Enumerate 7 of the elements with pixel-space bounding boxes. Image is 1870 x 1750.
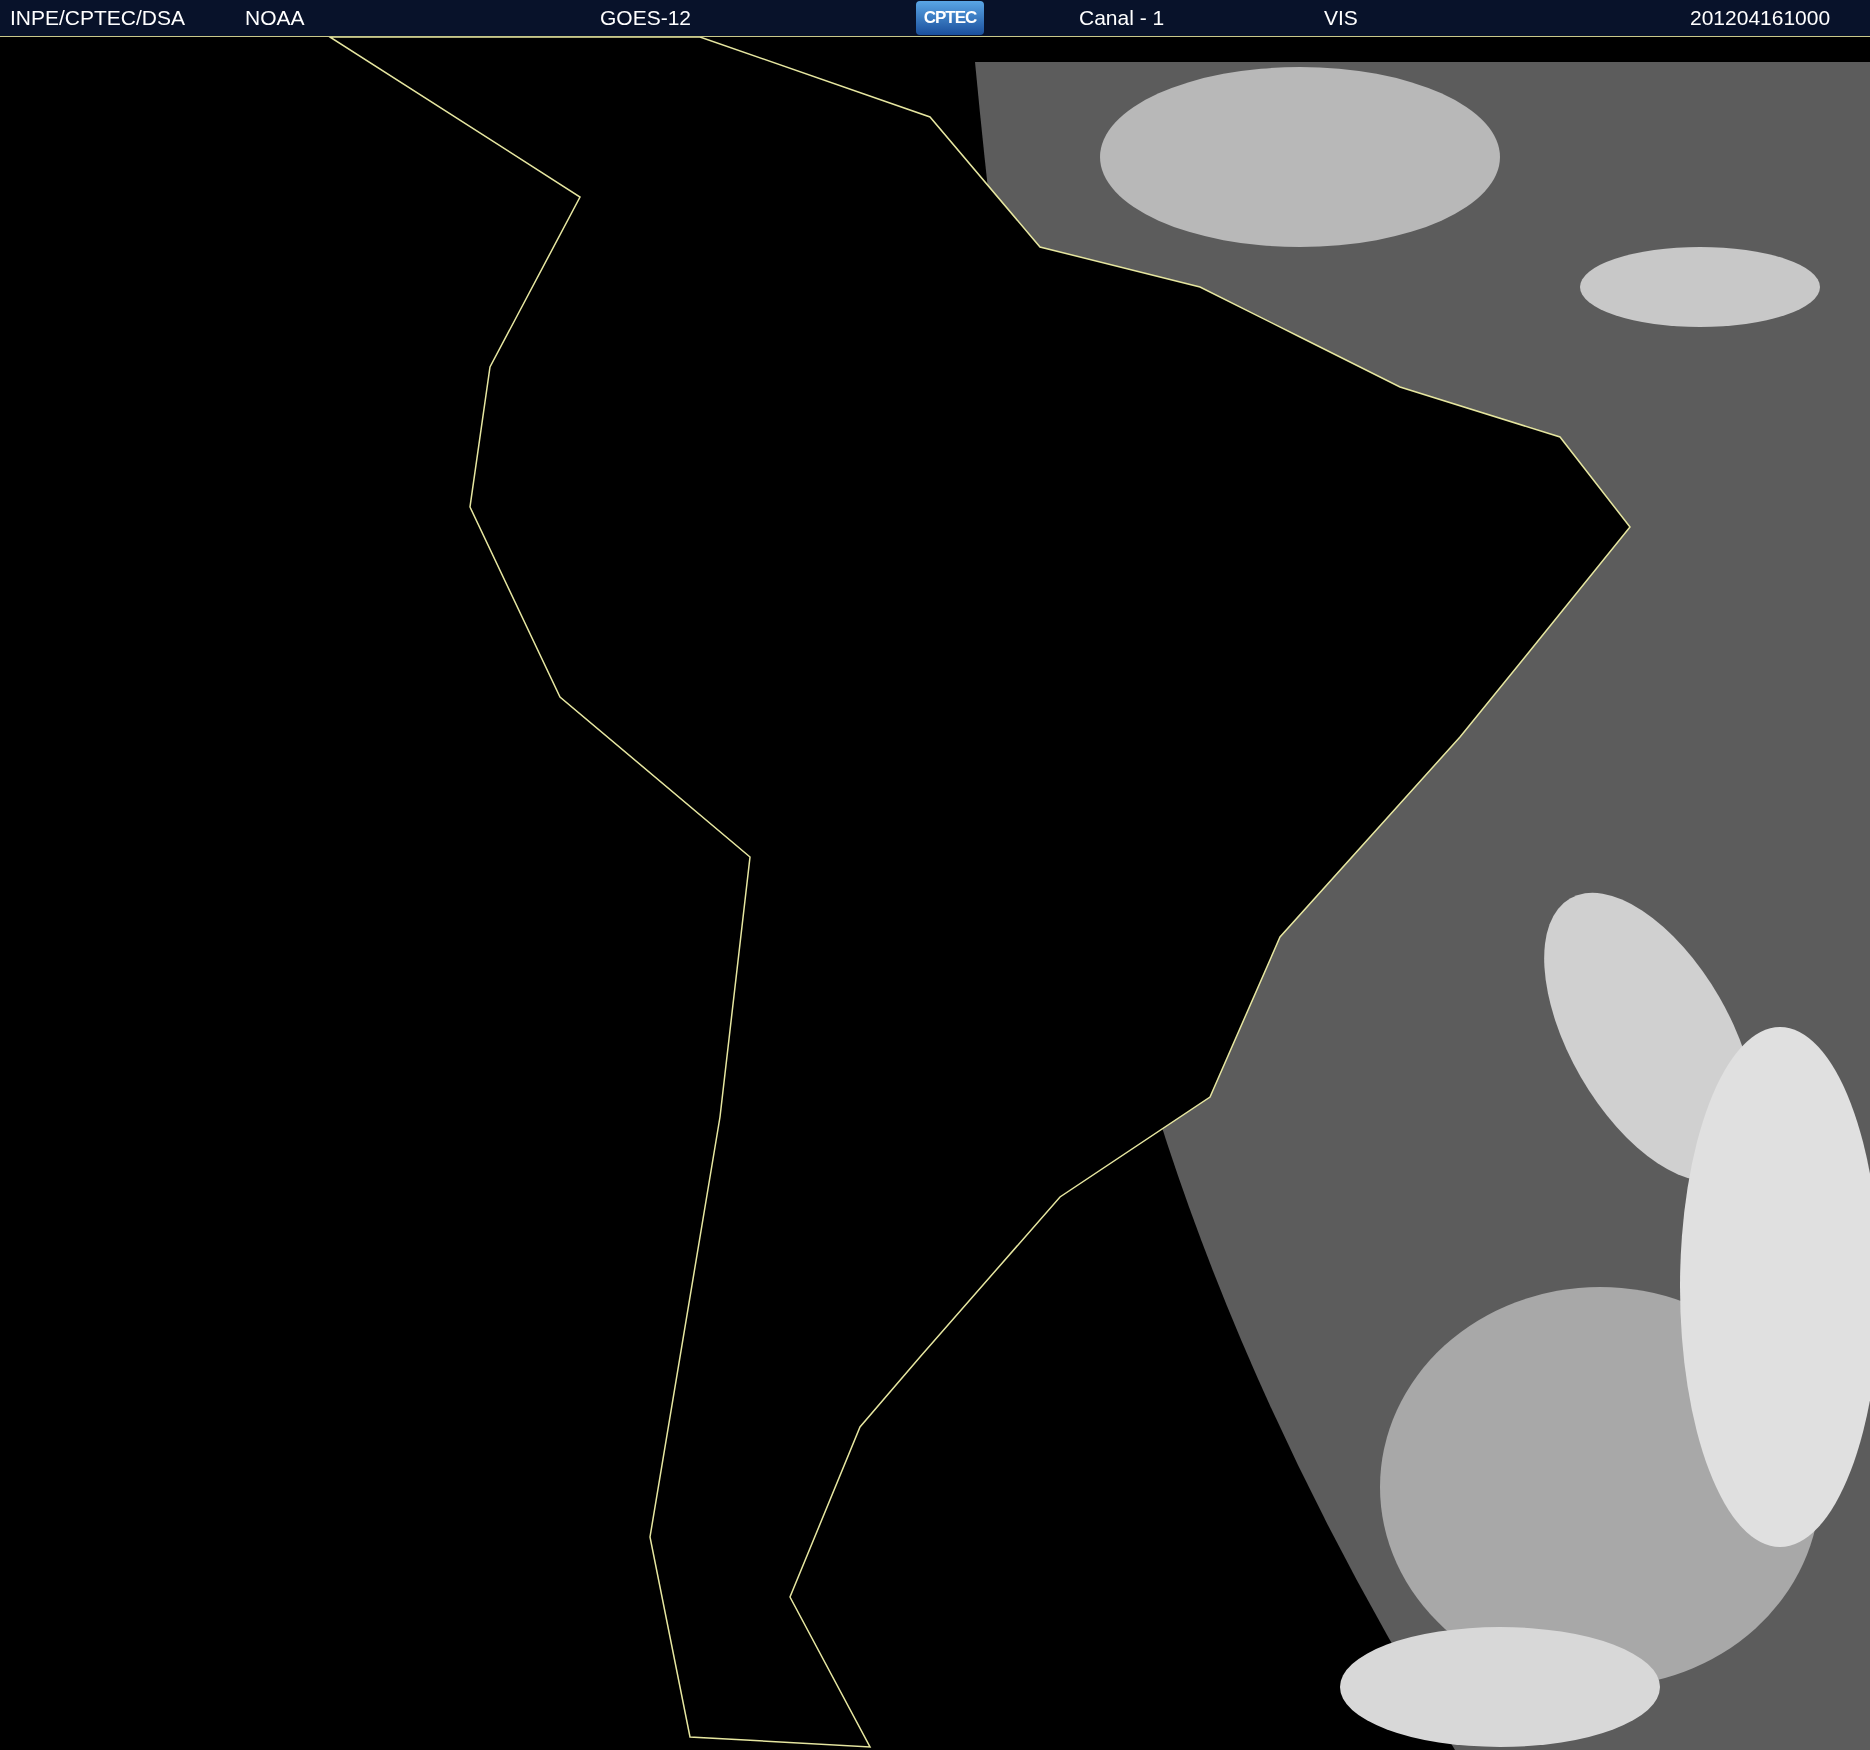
source-label: NOAA bbox=[245, 6, 305, 30]
timestamp-label: 201204161000 bbox=[1690, 6, 1831, 30]
agency-label: INPE/CPTEC/DSA bbox=[10, 6, 186, 30]
channel-label: Canal - 1 bbox=[1079, 6, 1165, 30]
logo: CPTEC bbox=[916, 1, 984, 35]
band-label: VIS bbox=[1324, 6, 1358, 30]
satellite-label: GOES-12 bbox=[600, 6, 692, 30]
